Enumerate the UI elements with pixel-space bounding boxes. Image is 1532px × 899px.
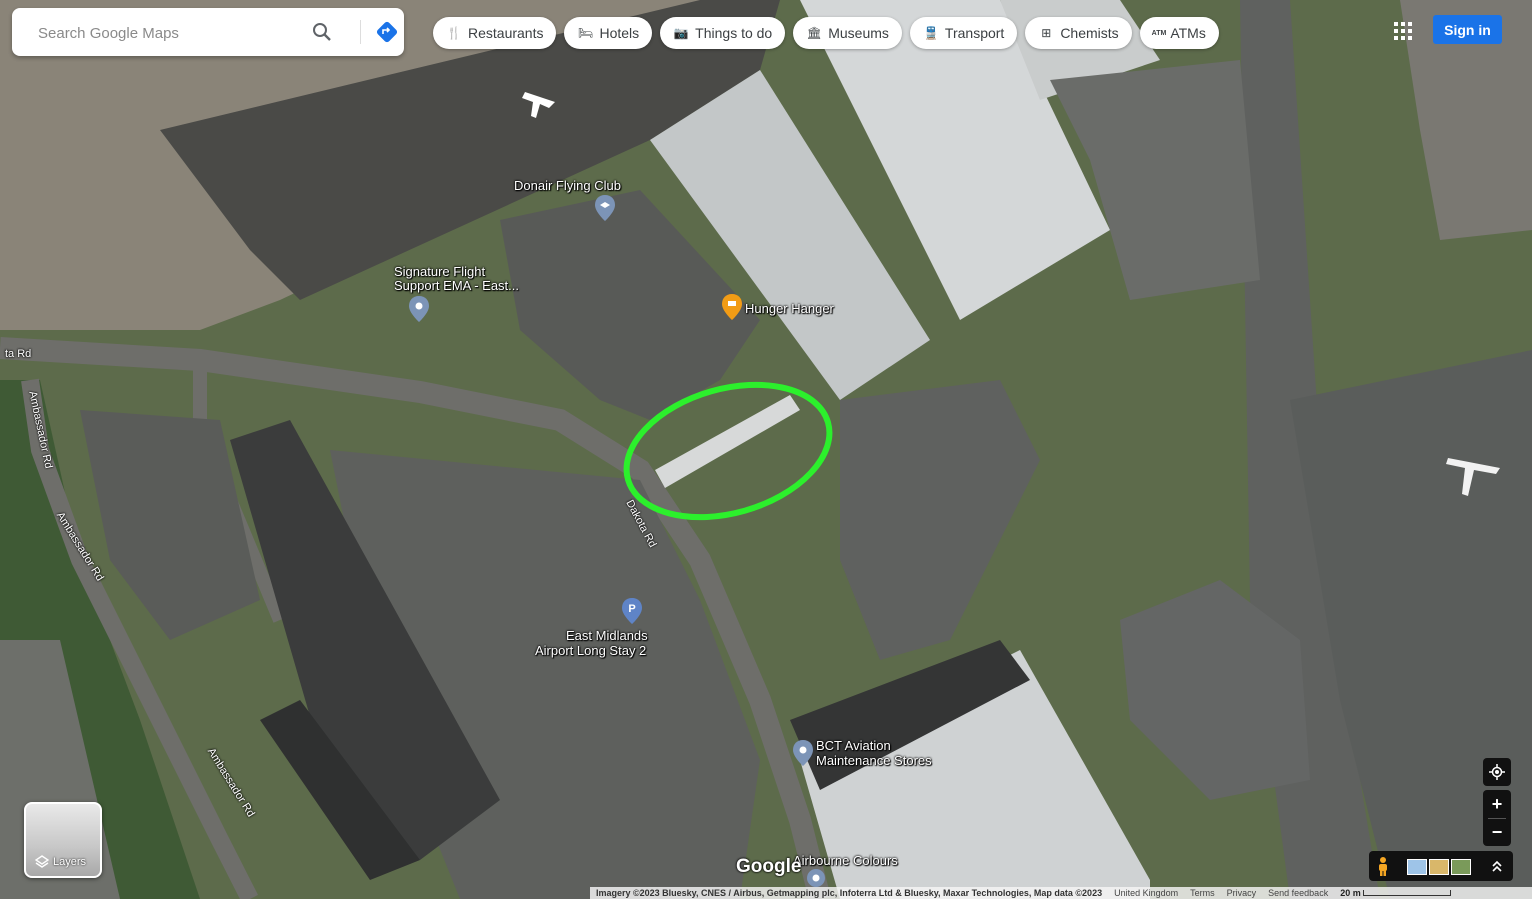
privacy-link[interactable]: Privacy [1227, 888, 1257, 898]
bed-icon: 🛏 [577, 26, 594, 40]
expand-up-icon[interactable] [1491, 859, 1503, 873]
layers-icon [35, 855, 49, 868]
chip-label: Things to do [695, 25, 773, 41]
camera-icon: 📷 [673, 26, 689, 40]
place-label-bct-1[interactable]: BCT Aviation [816, 738, 891, 753]
pegman-icon[interactable] [1376, 856, 1390, 876]
place-pin-icon[interactable] [806, 868, 826, 888]
chip-museums[interactable]: 🏛 Museums [793, 17, 902, 49]
school-pin-icon[interactable] [595, 195, 615, 221]
place-label-hunger-hanger[interactable]: Hunger Hanger [745, 301, 834, 316]
place-label-signature-2[interactable]: Support EMA - East... [394, 278, 519, 293]
restaurant-pin-icon[interactable] [722, 294, 742, 320]
send-feedback-link[interactable]: Send feedback [1268, 888, 1328, 898]
satellite-map[interactable] [0, 0, 1532, 899]
search-input[interactable] [36, 20, 310, 46]
google-logo: Google [736, 856, 802, 877]
place-label-donair[interactable]: Donair Flying Club [514, 178, 621, 193]
place-label-parking-2[interactable]: Airport Long Stay 2 [535, 643, 646, 658]
zoom-controls: + − [1483, 790, 1511, 846]
sign-in-button[interactable]: Sign in [1433, 15, 1502, 44]
my-location-button[interactable] [1483, 758, 1511, 786]
place-pin-icon[interactable] [793, 740, 813, 766]
chip-things-to-do[interactable]: 📷 Things to do [660, 17, 786, 49]
imagery-attribution: Imagery ©2023 Bluesky, CNES / Airbus, Ge… [596, 888, 1103, 898]
search-box [12, 8, 404, 56]
apps-grid-icon[interactable] [1391, 19, 1415, 43]
chip-label: Museums [828, 25, 889, 41]
atm-icon: ATM [1151, 29, 1167, 37]
chip-label: ATMs [1170, 25, 1206, 41]
road-label: ta Rd [5, 348, 32, 360]
museum-icon: 🏛 [806, 26, 822, 40]
map-footer: Imagery ©2023 Bluesky, CNES / Airbus, Ge… [590, 887, 1532, 899]
location-crosshair-icon [1489, 764, 1505, 780]
chip-label: Chemists [1060, 25, 1119, 41]
chip-label: Transport [944, 25, 1005, 41]
imagery-bar [1369, 851, 1513, 881]
imagery-thumb-terrain[interactable] [1429, 859, 1449, 875]
zoom-in-button[interactable]: + [1492, 790, 1503, 818]
place-label-parking-1[interactable]: East Midlands [566, 628, 648, 643]
terms-link[interactable]: Terms [1190, 888, 1215, 898]
search-divider [360, 20, 361, 44]
chip-hotels[interactable]: 🛏 Hotels [564, 17, 653, 49]
place-pin-icon[interactable] [409, 296, 429, 322]
parking-pin-letter: P [628, 603, 635, 615]
place-label-airbourne[interactable]: Airbourne Colours [793, 853, 898, 868]
layers-button[interactable]: Layers [24, 802, 102, 878]
scale-bar [1362, 890, 1451, 896]
directions-icon[interactable] [374, 19, 400, 45]
chip-label: Hotels [599, 25, 640, 41]
train-icon: 🚆 [923, 26, 939, 40]
chip-chemists[interactable]: ⊞ Chemists [1025, 17, 1132, 49]
scale-label[interactable]: 20 m [1340, 888, 1361, 898]
imagery-thumb-satellite[interactable] [1451, 859, 1471, 875]
chip-transport[interactable]: 🚆 Transport [909, 17, 1018, 49]
place-label-bct-2[interactable]: Maintenance Stores [816, 753, 932, 768]
place-label-signature-1[interactable]: Signature Flight [394, 264, 485, 279]
pharmacy-icon: ⊞ [1041, 26, 1052, 40]
country-label: United Kingdom [1114, 888, 1179, 898]
layers-label: Layers [53, 856, 87, 868]
imagery-thumb-map[interactable] [1407, 859, 1427, 875]
chip-label: Restaurants [468, 25, 544, 41]
category-chips: 🍴 Restaurants 🛏 Hotels 📷 Things to do 🏛 Muse… [433, 17, 1219, 49]
zoom-out-button[interactable]: − [1492, 819, 1503, 846]
chip-atms[interactable]: ATM ATMs [1139, 17, 1219, 49]
parking-pin-icon[interactable]: P [622, 598, 642, 624]
chip-restaurants[interactable]: 🍴 Restaurants [433, 17, 557, 49]
search-icon[interactable] [310, 20, 334, 44]
fork-knife-icon: 🍴 [446, 26, 462, 40]
